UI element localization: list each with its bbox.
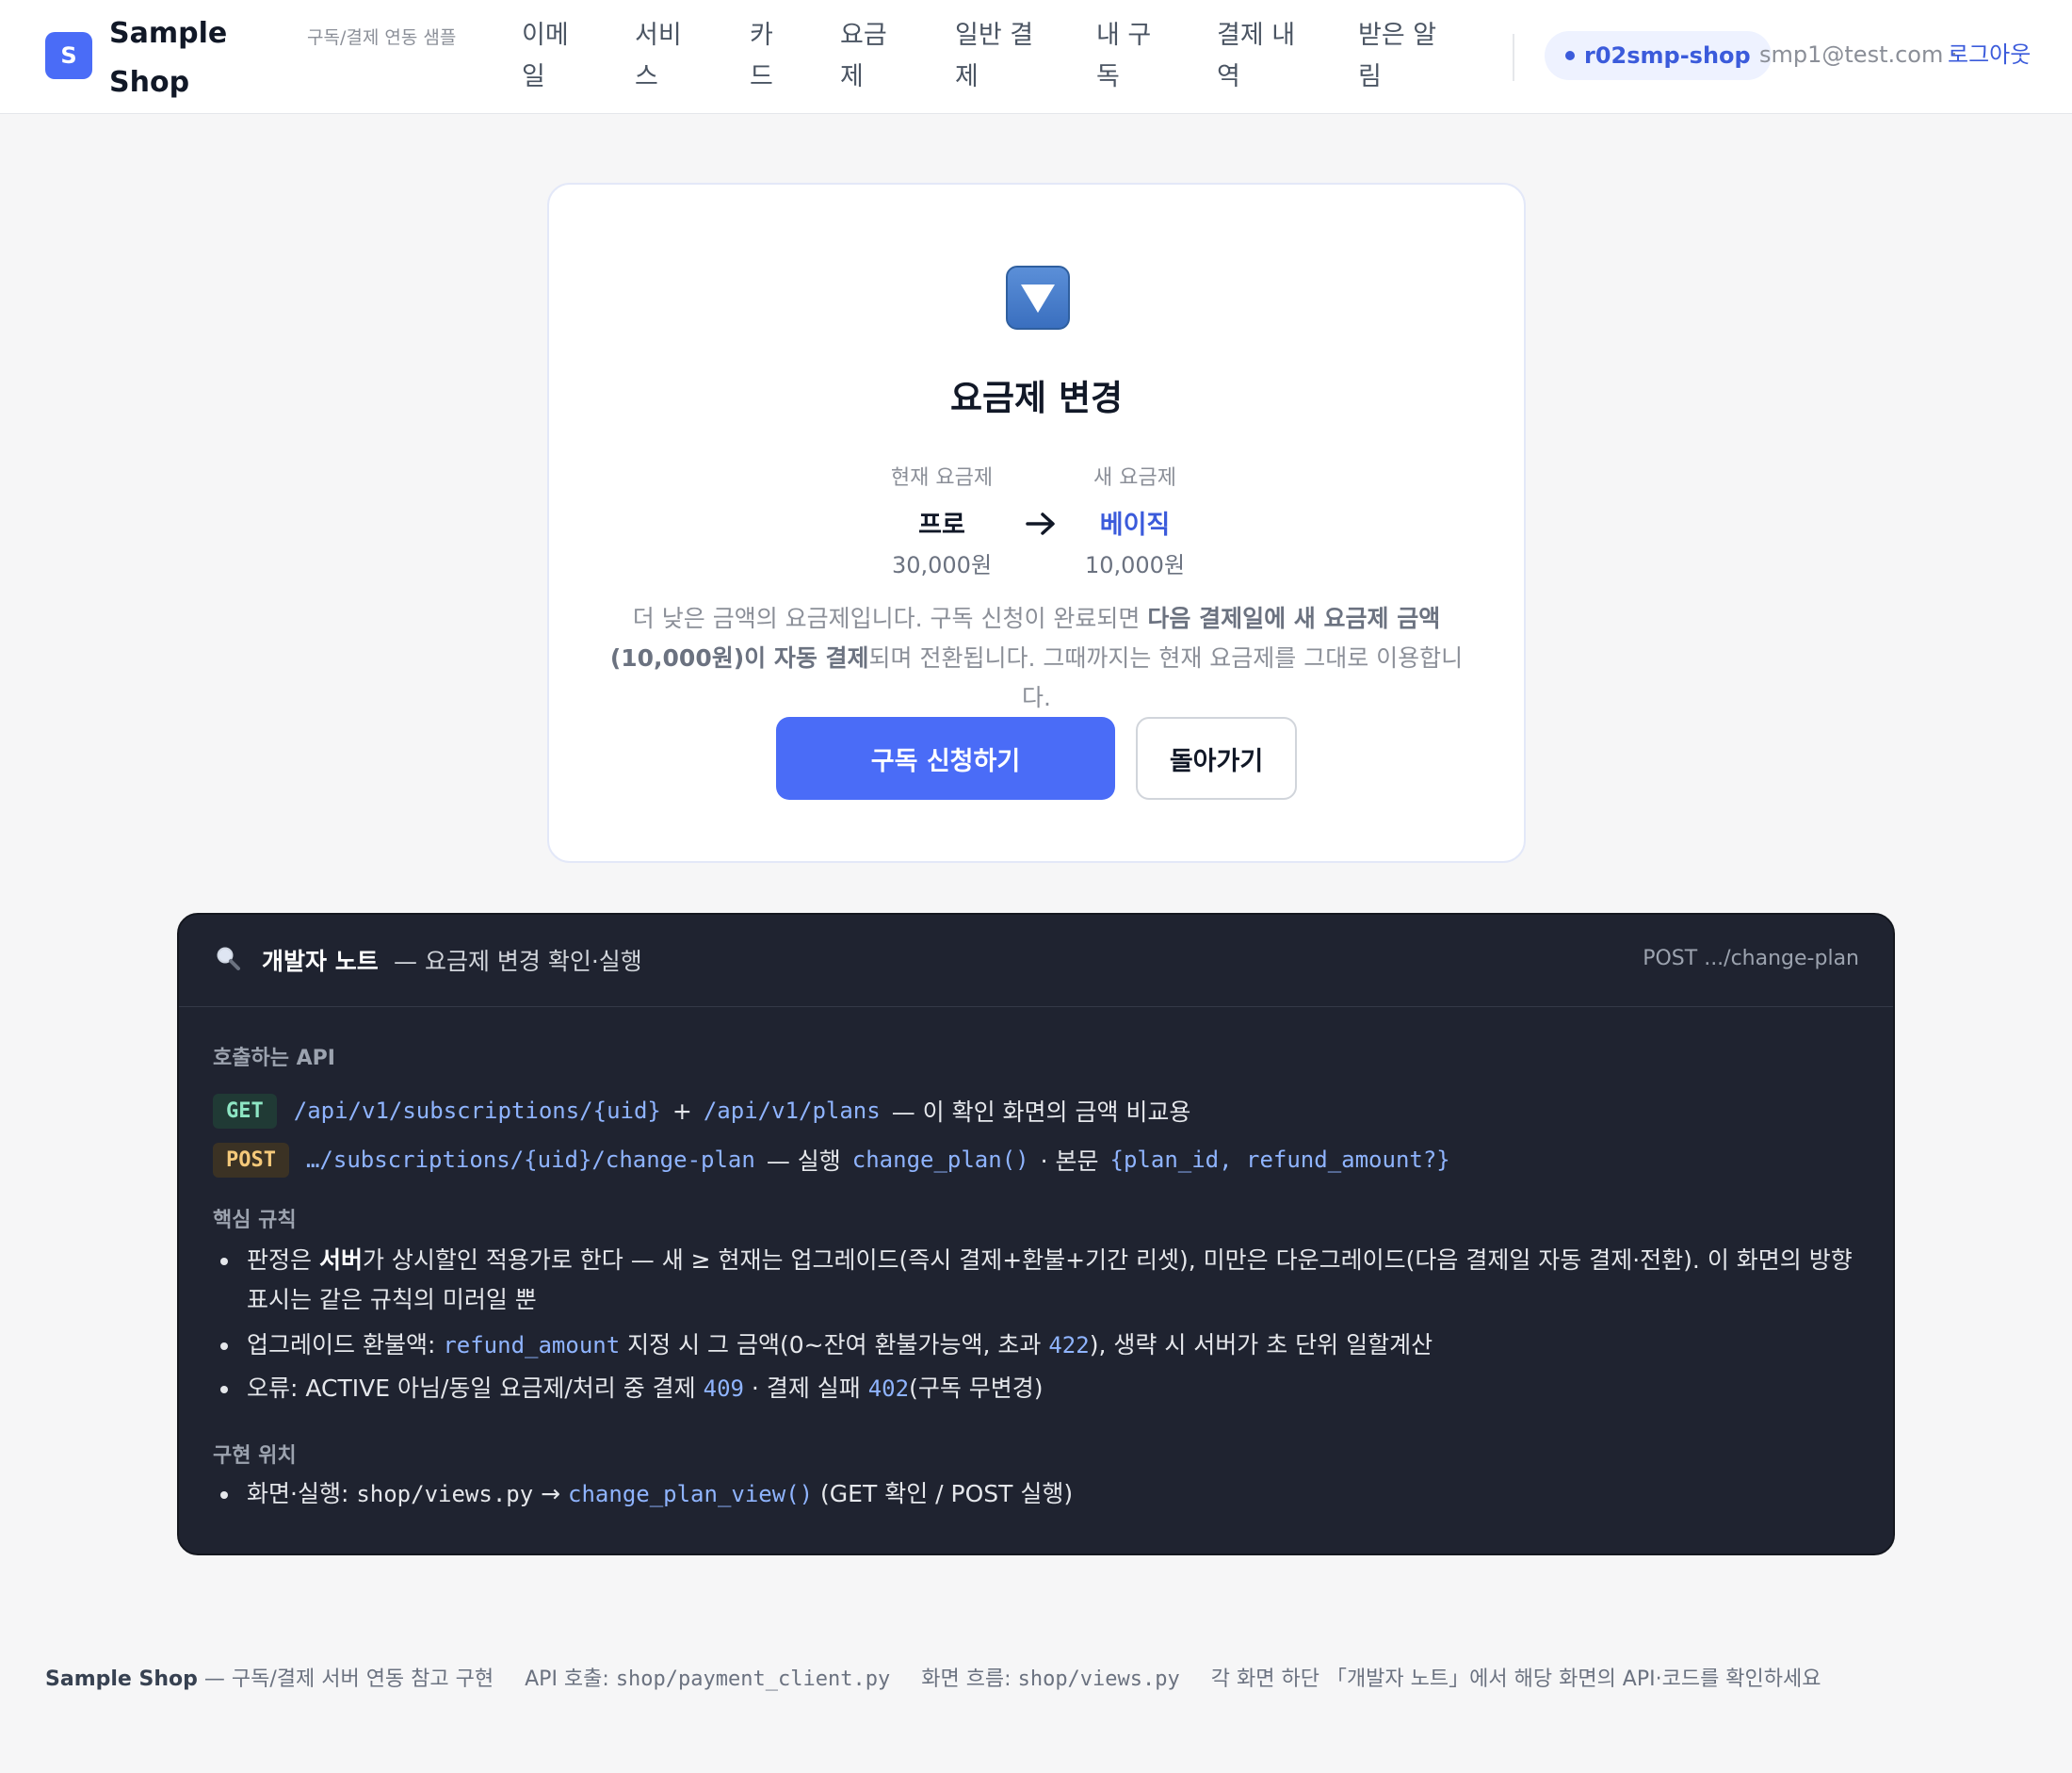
post-method-badge: POST (213, 1142, 289, 1178)
api-path-subscriptions: /api/v1/subscriptions/{uid} (293, 1098, 661, 1124)
nav-plan[interactable]: 요금제 (840, 15, 897, 98)
rules-section-label: 핵심 규칙 (213, 1209, 297, 1232)
nav-email[interactable]: 이메일 (522, 15, 578, 98)
page-footer: Sample Shop — 구독/결제 서버 연동 참고 구현 API 호출: … (45, 1662, 1846, 1692)
rules-list: 판정은 서버가 상시할인 적용가로 한다 — 새 ≥ 현재는 업그레이드(즉시 … (213, 1241, 1870, 1408)
nav-service[interactable]: 서비스 (635, 15, 691, 98)
rule-item: 오류: ACTIVE 아님/동일 요금제/처리 중 결제 409 · 결제 실패… (213, 1369, 1870, 1408)
page-title: 요금제 변경 (949, 378, 1124, 418)
user-email: smp1@test.com · (1759, 41, 1958, 68)
impl-item: 화면·실행: shop/views.py → change_plan_view(… (213, 1474, 1870, 1514)
impl-list: 화면·실행: shop/views.py → change_plan_view(… (213, 1474, 1870, 1514)
request-body: {plan_id, refund_amount?} (1109, 1147, 1450, 1173)
rule-item: 판정은 서버가 상시할인 적용가로 한다 — 새 ≥ 현재는 업그레이드(즉시 … (213, 1241, 1870, 1320)
nav-card[interactable]: 카드 (750, 15, 780, 98)
impl-section-label: 구현 위치 (213, 1444, 297, 1468)
back-button[interactable]: 돌아가기 (1136, 717, 1297, 800)
nav-payment[interactable]: 일반 결제 (955, 15, 1042, 98)
plus-sign: + (672, 1097, 692, 1125)
developer-notes-endpoint: POST .../change-plan (1643, 947, 1859, 970)
function-change-plan: change_plan() (851, 1147, 1029, 1173)
post-note-body: · 본문 (1040, 1147, 1099, 1175)
api-section-label: 호출하는 API (213, 1047, 335, 1070)
magnifier-icon (217, 947, 240, 970)
change-plan-card: 요금제 변경 현재 요금제 프로 30,000원 새 요금제 베이직 10,00… (547, 183, 1526, 863)
brand-name[interactable]: Sample Shop (109, 9, 260, 107)
get-note: — 이 확인 화면의 금액 비교용 (891, 1098, 1191, 1126)
api-path-plans: /api/v1/plans (703, 1098, 881, 1124)
logo-icon[interactable]: S (45, 32, 92, 79)
status-dot-icon (1565, 51, 1575, 60)
shop-badge: r02smp-shop (1545, 31, 1772, 80)
developer-notes-header[interactable]: 개발자 노트 — 요금제 변경 확인·실행 POST .../change-pl… (179, 915, 1893, 1007)
nav-notifications[interactable]: 받은 알림 (1358, 15, 1445, 98)
down-triangle-icon (1006, 266, 1070, 330)
logout-link[interactable]: 로그아웃 (1948, 38, 2031, 72)
brand-tagline: 구독/결제 연동 샘플 (307, 27, 457, 48)
shop-badge-label: r02smp-shop (1584, 42, 1751, 69)
subscribe-button[interactable]: 구독 신청하기 (776, 717, 1115, 800)
nav-payment-history[interactable]: 결제 내역 (1217, 15, 1303, 98)
footer-brand: Sample Shop — 구독/결제 서버 연동 참고 구현 (45, 1667, 494, 1691)
new-plan-name: 베이직 (1099, 511, 1171, 540)
new-plan: 새 요금제 베이직 10,000원 (1031, 464, 1238, 582)
api-post-line: POST …/subscriptions/{uid}/change-plan —… (213, 1139, 1450, 1180)
current-plan-name: 프로 (918, 511, 965, 540)
developer-notes-panel: 개발자 노트 — 요금제 변경 확인·실행 POST .../change-pl… (177, 913, 1895, 1555)
footer-api: API 호출: shop/payment_client.py (525, 1667, 891, 1691)
change-description: 더 낮은 금액의 요금제입니다. 구독 신청이 완료되면 다음 결제일에 새 요… (609, 605, 1464, 711)
current-plan-price: 30,000원 (891, 552, 993, 578)
get-method-badge: GET (213, 1093, 277, 1129)
nav-my-subscription[interactable]: 내 구독 (1096, 15, 1158, 98)
developer-notes-subtitle: — 요금제 변경 확인·실행 (394, 948, 642, 975)
post-note-run: — 실행 (766, 1147, 841, 1175)
developer-notes-title: 개발자 노트 (262, 948, 379, 975)
header-divider (1513, 34, 1514, 81)
footer-flow: 화면 흐름: shop/views.py (921, 1667, 1180, 1691)
new-plan-price: 10,000원 (1084, 552, 1186, 578)
rule-item: 업그레이드 환불액: refund_amount 지정 시 그 금액(0~잔여 … (213, 1326, 1870, 1365)
new-plan-label: 새 요금제 (1093, 466, 1176, 490)
current-plan-label: 현재 요금제 (890, 466, 994, 490)
api-get-line: GET /api/v1/subscriptions/{uid} + /api/v… (213, 1090, 1202, 1131)
footer-hint: 각 화면 하단 「개발자 노트」에서 해당 화면의 API·코드를 확인하세요 (1210, 1667, 1821, 1691)
current-plan: 현재 요금제 프로 30,000원 (838, 464, 1045, 582)
api-path-change-plan: …/subscriptions/{uid}/change-plan (305, 1147, 755, 1173)
top-header: S Sample Shop 구독/결제 연동 샘플 이메일 서비스 카드 요금제… (0, 0, 2072, 114)
